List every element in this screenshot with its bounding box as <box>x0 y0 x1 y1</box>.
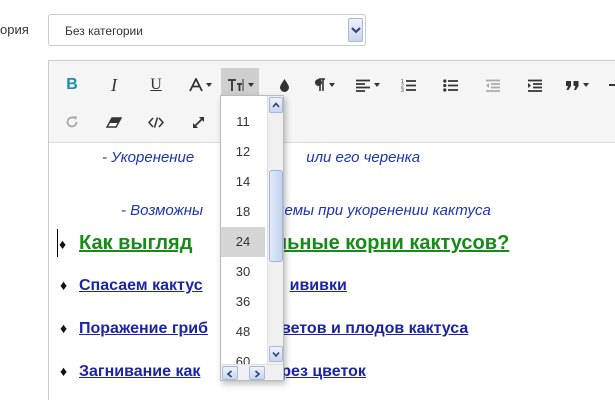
scroll-left-button[interactable] <box>222 366 238 380</box>
tint-icon <box>279 79 289 92</box>
unordered-list-button[interactable] <box>437 68 463 102</box>
bold-icon: B <box>66 76 78 93</box>
font-size-option[interactable]: 30 <box>221 257 265 287</box>
heading-line: Как выгляд льные корни кактусов? <box>79 232 510 254</box>
outdent-button[interactable] <box>479 68 505 102</box>
redo-icon <box>66 116 78 128</box>
scroll-right-button[interactable] <box>249 366 265 380</box>
align-button[interactable] <box>349 68 385 102</box>
redo-button[interactable] <box>59 105 85 139</box>
bullet-icon: ♦ <box>60 320 68 336</box>
category-select[interactable]: Без категории <box>48 14 366 46</box>
quote-icon <box>566 80 579 90</box>
italic-icon: I <box>111 74 117 95</box>
text-cursor <box>57 229 58 257</box>
rich-text-editor: B I U 123 - Укоренение или его черенка -… <box>48 60 615 404</box>
editor-toolbar: B I U 123 <box>49 61 615 143</box>
font-size-option-selected[interactable]: 24 <box>221 227 265 257</box>
list-ul-icon <box>442 78 458 92</box>
chevron-right-icon <box>254 370 261 378</box>
chevron-left-icon <box>226 370 233 378</box>
post-editor-page: ория Без категории B I U 1 2 3 - Укорене… <box>0 0 615 409</box>
bullet-icon: ♦ <box>60 277 68 293</box>
font-family-button[interactable] <box>183 68 217 102</box>
chevron-down-icon <box>272 351 280 358</box>
font-size-option[interactable]: 11 <box>221 107 265 137</box>
category-label: ория <box>0 22 29 37</box>
ordered-list-button[interactable]: 123 <box>395 68 421 102</box>
svg-text:3: 3 <box>401 88 404 92</box>
font-size-option[interactable]: 14 <box>221 167 265 197</box>
paragraph-icon <box>314 78 325 91</box>
font-family-icon <box>188 78 203 92</box>
clear-format-button[interactable] <box>101 105 127 139</box>
font-size-option[interactable]: 18 <box>221 197 265 227</box>
bullet-icon: ♦ <box>59 236 67 252</box>
scroll-thumb[interactable] <box>269 170 283 262</box>
align-left-icon <box>355 79 370 92</box>
blockquote-button[interactable] <box>559 68 595 102</box>
expand-icon <box>192 116 204 128</box>
vertical-scrollbar[interactable] <box>267 96 283 364</box>
underline-button[interactable]: U <box>143 68 169 102</box>
paragraph-button[interactable] <box>307 68 341 102</box>
text-height-icon <box>227 79 243 91</box>
indent-button[interactable] <box>521 68 547 102</box>
minus-icon <box>609 84 615 86</box>
list-ol-icon: 123 <box>401 79 416 92</box>
scroll-up-button[interactable] <box>269 97 283 113</box>
fullscreen-button[interactable] <box>185 105 211 139</box>
font-size-option[interactable]: 12 <box>221 137 265 167</box>
editor-content[interactable]: - Укоренение или его черенка - Возможны ле… <box>49 144 615 404</box>
bullet-icon: ♦ <box>60 363 68 379</box>
horizontal-rule-button[interactable] <box>605 68 615 102</box>
underline-icon: U <box>150 76 162 93</box>
chevron-up-icon <box>272 102 280 108</box>
code-icon <box>148 116 164 128</box>
chevron-down-icon[interactable] <box>348 18 363 42</box>
text-line-2: - Возможны лемы при укоренении кактуса <box>121 202 491 219</box>
eraser-icon <box>106 116 122 128</box>
code-view-button[interactable] <box>143 105 169 139</box>
indent-icon <box>527 79 542 92</box>
horizontal-scrollbar[interactable] <box>221 364 283 380</box>
italic-button[interactable]: I <box>101 68 127 102</box>
font-size-option[interactable]: 48 <box>221 317 265 347</box>
bold-button[interactable]: B <box>59 68 85 102</box>
font-size-dropdown[interactable]: 11 12 14 18 24 30 36 48 60 <box>220 95 284 381</box>
scroll-down-button[interactable] <box>269 346 283 362</box>
link-line-1[interactable]: Спасаем кактус ививки <box>79 277 347 295</box>
font-size-option[interactable]: 36 <box>221 287 265 317</box>
category-selected-value: Без категории <box>65 24 143 38</box>
outdent-icon <box>485 79 500 92</box>
